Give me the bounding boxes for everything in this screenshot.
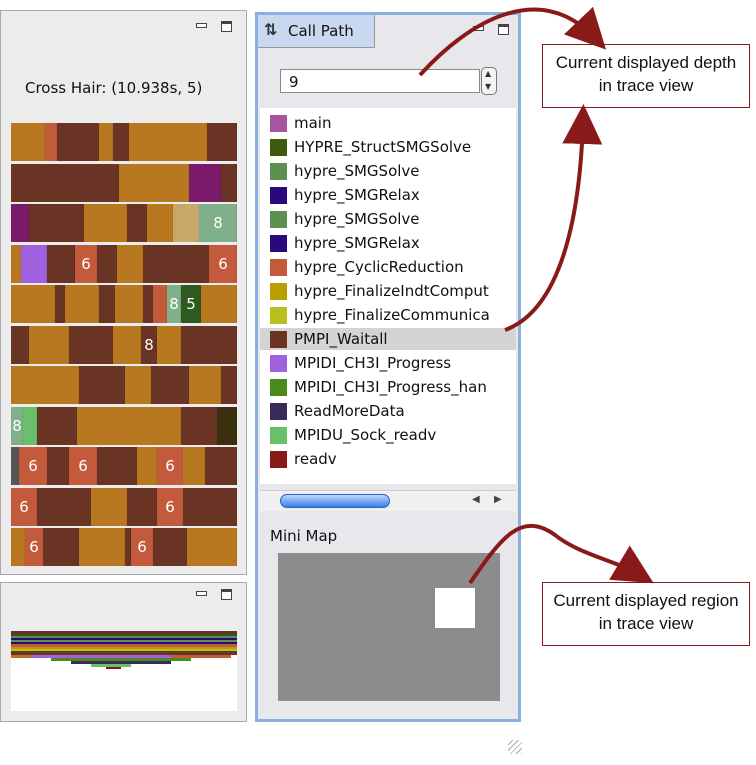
annotation-arrows: [418, 6, 654, 585]
arrow-selected-item: [504, 104, 603, 332]
arrow-depth-input: [418, 6, 607, 77]
arrow-mini-map: [468, 523, 654, 585]
